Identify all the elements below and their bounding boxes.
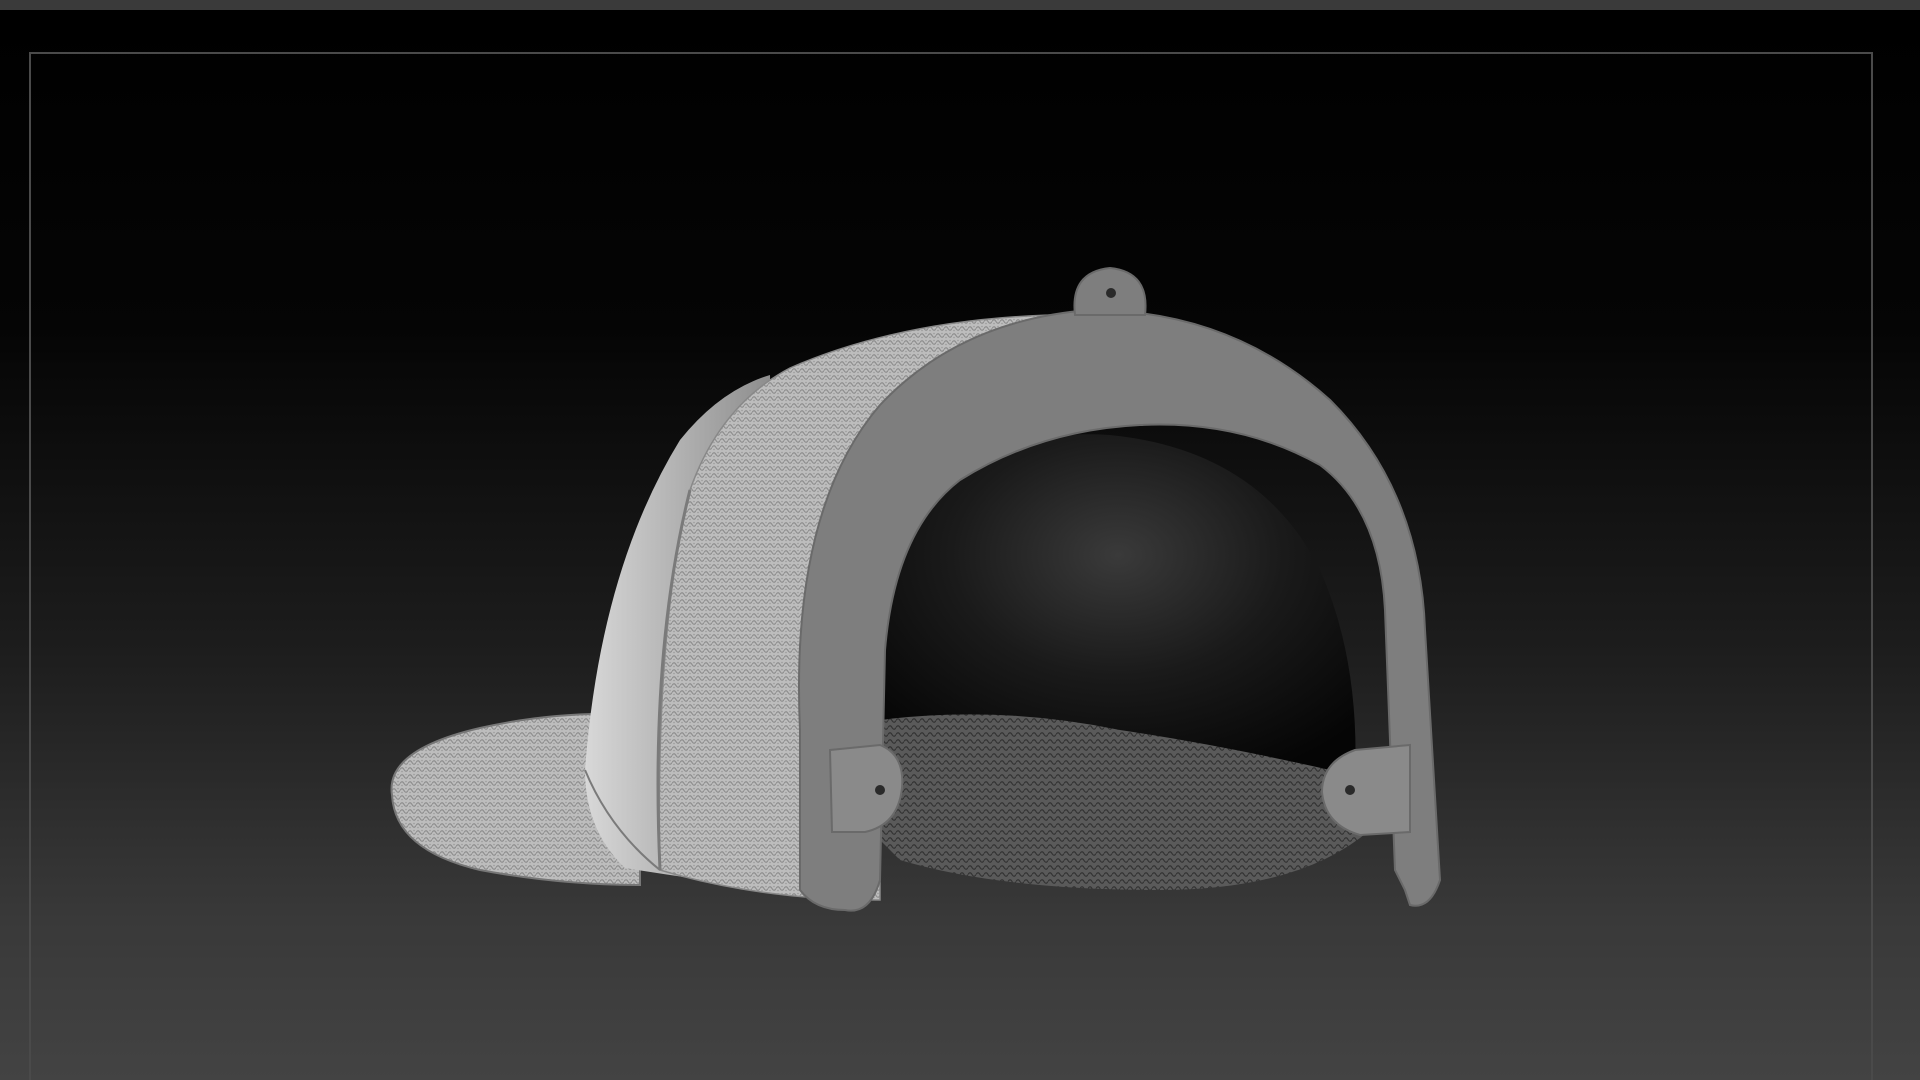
3d-viewport[interactable] xyxy=(0,10,1920,1080)
cap-top-tab xyxy=(1073,266,1147,316)
baseball-cap-model[interactable] xyxy=(0,10,1920,1080)
